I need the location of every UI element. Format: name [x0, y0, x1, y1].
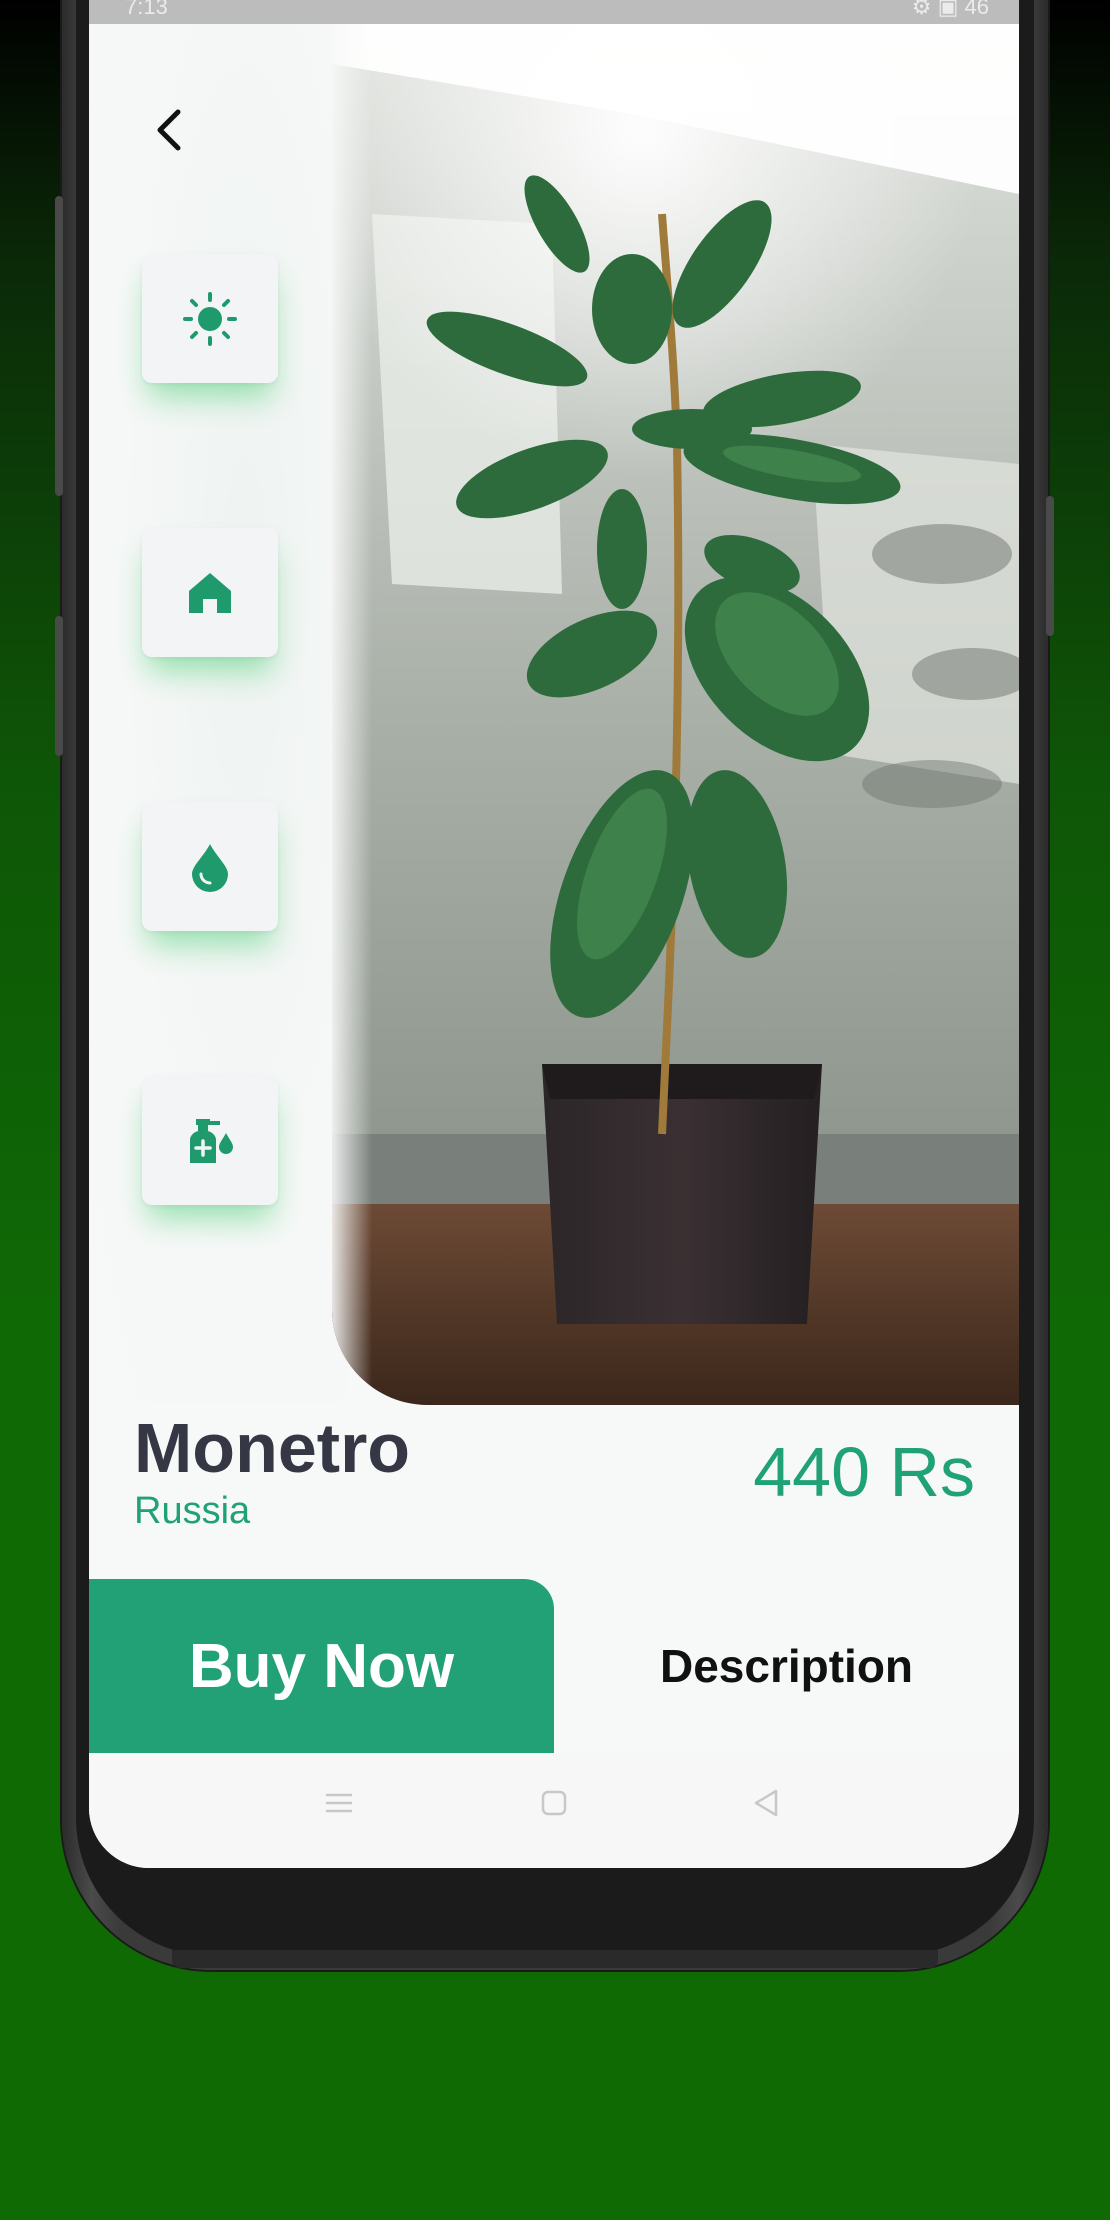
back-nav-button[interactable]	[746, 1783, 786, 1823]
side-button	[55, 616, 63, 756]
recent-apps-button[interactable]	[319, 1783, 359, 1823]
status-bar: 7:13 ⚙ ▣ 46	[89, 0, 1019, 24]
spray-bottle-icon	[190, 1118, 233, 1163]
description-button[interactable]: Description	[554, 1579, 1019, 1753]
product-price: 440 Rs	[753, 1433, 975, 1511]
status-icons: ⚙ ▣ 46	[911, 0, 989, 19]
product-origin: Russia	[134, 1490, 251, 1532]
home-icon	[189, 572, 231, 613]
plant-photo	[332, 24, 1019, 1405]
power-button	[1046, 496, 1054, 636]
home-square-icon	[541, 1790, 567, 1816]
sunlight-card[interactable]	[142, 254, 278, 383]
water-drop-icon	[192, 843, 228, 892]
menu-icon	[325, 1793, 353, 1813]
indoor-card[interactable]	[142, 528, 278, 657]
system-nav-bar	[89, 1753, 1019, 1868]
buy-now-button[interactable]: Buy Now	[89, 1579, 554, 1753]
status-time: 7:13	[125, 0, 168, 19]
volume-button	[55, 196, 63, 496]
app-screen: 7:13 ⚙ ▣ 46 Monetro Russia 440 Rs Buy No…	[89, 0, 1019, 1868]
product-name: Monetro	[134, 1409, 411, 1487]
sun-icon	[183, 291, 237, 346]
phone-bottom-edge	[172, 1950, 938, 1968]
photo-edge-fade	[332, 24, 372, 1405]
watering-card[interactable]	[142, 802, 278, 931]
back-button[interactable]	[139, 100, 199, 160]
spray-card[interactable]	[142, 1076, 278, 1205]
chevron-left-icon	[157, 109, 181, 151]
back-triangle-icon	[754, 1789, 778, 1817]
home-nav-button[interactable]	[534, 1783, 574, 1823]
